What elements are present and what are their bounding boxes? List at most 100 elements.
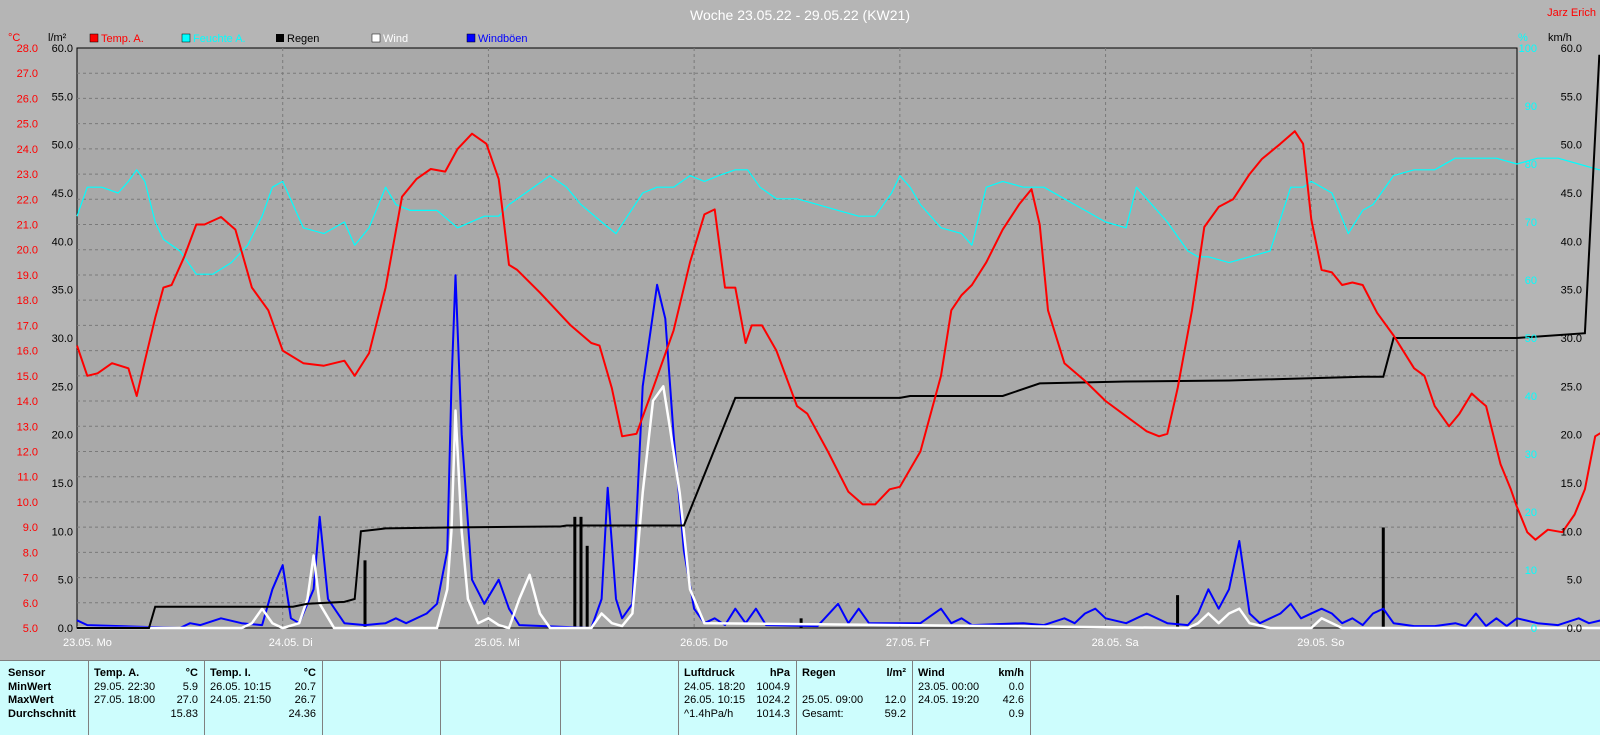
stats-temp-i-min-time: 26.05. 10:15 <box>210 680 272 693</box>
humidity-tick-label: 90 <box>1525 101 1537 113</box>
stats-temp-i-unit: °C <box>303 667 316 679</box>
temp-tick-label: 24.0 <box>17 144 38 156</box>
weather-chart-window: 28.0 27.0 26.0 25.0 24.0 23.0 22.0 21.0 20.0 19.0… <box>0 0 1600 735</box>
x-tick-label: 26.05. Do <box>680 637 728 649</box>
weather-chart: 28.0 27.0 26.0 25.0 24.0 23.0 22.0 21.0 20.0 19.0… <box>0 0 1600 660</box>
temp-tick-label: 23.0 <box>17 169 38 181</box>
rain-tick-label: 30.0 <box>52 333 73 345</box>
stats-divider <box>88 661 89 735</box>
stats-temp-i-min-val: 20.7 <box>294 680 316 693</box>
stats-sensor-column: Sensor MinWert MaxWert Durchschnitt <box>8 667 76 721</box>
stats-divider <box>796 661 797 735</box>
temp-tick-label: 27.0 <box>17 68 38 80</box>
humidity-tick-label: 10 <box>1525 565 1537 577</box>
legend-label-temp: Temp. A. <box>101 33 144 45</box>
stats-wind-column: Wind km/h 23.05. 00:00 0.0 24.05. 19:20 42.… <box>918 667 1024 721</box>
temp-tick-label: 12.0 <box>17 446 38 458</box>
humidity-tick-label: 80 <box>1525 159 1537 171</box>
stats-temp-i-max-val: 26.7 <box>294 694 316 706</box>
rain-bar <box>363 560 367 628</box>
rain-tick-label: 45.0 <box>52 188 73 200</box>
rain-bar <box>579 516 583 628</box>
stats-wind-header: Wind <box>918 667 945 679</box>
stats-temp-i-max-time: 24.05. 21:50 <box>210 694 272 706</box>
legend-swatch-rain <box>276 34 284 42</box>
temp-tick-label: 20.0 <box>17 245 38 257</box>
wind-tick-label: 45.0 <box>1561 188 1582 200</box>
wind-tick-label: 15.0 <box>1561 478 1582 490</box>
x-tick-label: 23.05. Mo <box>63 637 112 649</box>
temp-tick-label: 15.0 <box>17 371 38 383</box>
rain-tick-label: 55.0 <box>52 91 73 103</box>
wind-tick-label: 0.0 <box>1567 623 1582 635</box>
wind-tick-label: 40.0 <box>1561 236 1582 248</box>
humidity-tick-label: 70 <box>1525 217 1537 229</box>
rain-tick-label: 50.0 <box>52 140 73 152</box>
temp-unit-label: °C <box>8 32 20 44</box>
wind-tick-label: 35.0 <box>1561 285 1582 297</box>
humidity-tick-label: 50 <box>1525 333 1537 345</box>
wind-unit-label: km/h <box>1548 32 1572 44</box>
stats-sensor-header: Sensor <box>8 667 46 679</box>
temp-tick-label: 6.0 <box>23 598 38 610</box>
humidity-tick-label: 40 <box>1525 391 1537 403</box>
stats-divider <box>440 661 441 735</box>
wind-tick-label: 30.0 <box>1561 333 1582 345</box>
humidity-unit-label: % <box>1518 32 1528 44</box>
wind-tick-label: 50.0 <box>1561 140 1582 152</box>
temp-tick-label: 14.0 <box>17 396 38 408</box>
temp-tick-label: 25.0 <box>17 119 38 131</box>
stats-pressure-min-time: 24.05. 18:20 <box>684 680 746 693</box>
stats-temp-a-column: Temp. A. °C 29.05. 22:30 5.9 27.05. 18:00 2… <box>94 667 198 721</box>
rain-tick-label: 20.0 <box>52 430 73 442</box>
stats-divider <box>1030 661 1031 735</box>
stats-wind-max-val: 42.6 <box>1002 694 1024 706</box>
temp-tick-label: 19.0 <box>17 270 38 282</box>
stats-pressure-unit: hPa <box>769 667 790 679</box>
temp-tick-label: 8.0 <box>23 547 38 559</box>
stats-temp-a-unit: °C <box>185 667 198 679</box>
stats-row-avg: Durchschnitt <box>8 707 76 720</box>
stats-rain-column: Regen l/m² 25.05. 09:00 12.0 Gesamt: 59.2 <box>802 667 906 721</box>
rain-bar <box>1381 527 1385 628</box>
temp-tick-label: 7.0 <box>23 573 38 585</box>
humidity-tick-label: 0 <box>1531 623 1537 635</box>
stats-temp-a-max-val: 27.0 <box>176 694 198 706</box>
stats-divider <box>322 661 323 735</box>
stats-wind-unit: km/h <box>998 667 1024 679</box>
stats-pressure-header: Luftdruck <box>684 667 735 679</box>
humidity-tick-label: 20 <box>1525 507 1537 519</box>
stats-divider <box>912 661 913 735</box>
temp-tick-label: 13.0 <box>17 421 38 433</box>
stats-pressure-max-val: 1024.2 <box>756 694 790 706</box>
stats-pressure-trend-val: 1014.3 <box>756 707 790 720</box>
x-tick-label: 27.05. Fr <box>886 637 930 649</box>
legend-label-humidity: Feuchte A. <box>193 33 246 45</box>
stats-divider <box>560 661 561 735</box>
legend-label-wind: Wind <box>383 33 408 45</box>
x-tick-label: 28.05. Sa <box>1092 637 1140 649</box>
x-tick-label: 29.05. So <box>1297 637 1344 649</box>
stats-wind-min-val: 0.0 <box>1008 680 1024 693</box>
legend-label-gust: Windböen <box>478 33 528 45</box>
stats-panel: Sensor MinWert MaxWert Durchschnitt Temp… <box>0 660 1600 735</box>
stats-temp-a-max-time: 27.05. 18:00 <box>94 694 156 706</box>
stats-wind-max-time: 24.05. 19:20 <box>918 694 980 706</box>
stats-temp-a-min-val: 5.9 <box>182 680 198 693</box>
temp-tick-label: 26.0 <box>17 93 38 105</box>
stats-row-max: MaxWert <box>8 694 54 706</box>
wind-tick-label: 5.0 <box>1567 575 1582 587</box>
temp-tick-label: 18.0 <box>17 295 38 307</box>
wind-tick-label: 25.0 <box>1561 381 1582 393</box>
stats-temp-a-min-time: 29.05. 22:30 <box>94 680 156 693</box>
humidity-tick-label: 30 <box>1525 449 1537 461</box>
stats-pressure-max-time: 26.05. 10:15 <box>684 694 746 706</box>
legend-label-rain: Regen <box>287 33 319 45</box>
humidity-tick-label: 100 <box>1519 43 1537 55</box>
stats-divider <box>204 661 205 735</box>
stats-wind-avg: 0.9 <box>1008 707 1024 720</box>
author-label: Jarz Erich <box>1547 7 1596 19</box>
temp-tick-label: 16.0 <box>17 346 38 358</box>
stats-rain-unit: l/m² <box>886 667 906 679</box>
rain-tick-label: 15.0 <box>52 478 73 490</box>
